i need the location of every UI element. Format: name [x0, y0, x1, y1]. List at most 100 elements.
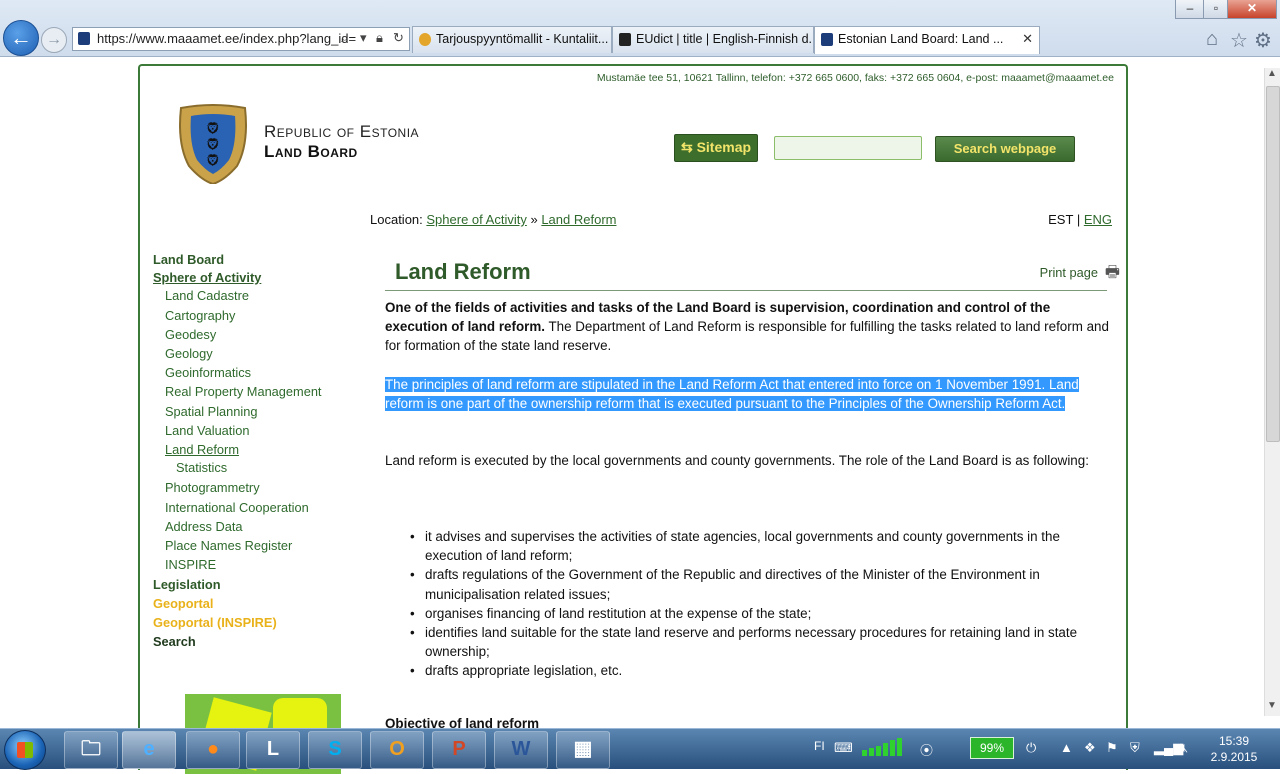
favorites-star-icon[interactable]: ☆ — [1230, 28, 1248, 53]
powerpoint-icon[interactable]: P — [432, 731, 486, 769]
svg-text:🦁︎: 🦁︎ — [205, 137, 220, 151]
sidebar-item-cartography[interactable]: Cartography — [165, 308, 235, 323]
url-text: https://www.maaamet.ee/index.php?lang_id… — [97, 31, 357, 46]
system-clock[interactable]: 15:39 2.9.2015 — [1206, 733, 1262, 765]
sidebar-item-geodesy[interactable]: Geodesy — [165, 327, 216, 342]
tab-eudict[interactable]: EUdict | title | English-Finnish d... — [612, 26, 814, 53]
back-button[interactable]: ← — [3, 20, 39, 56]
close-tab-icon[interactable]: ✕ — [1022, 31, 1033, 47]
forward-button[interactable]: → — [41, 27, 67, 53]
breadcrumb-sphere-of-activity[interactable]: Sphere of Activity — [426, 212, 526, 227]
sidebar-item-real-property-management[interactable]: Real Property Management — [165, 384, 322, 399]
windows-logo-icon — [17, 742, 33, 758]
power-plug-icon[interactable]: ⏻ — [1026, 740, 1036, 756]
scroll-down-arrow-icon[interactable]: ▼ — [1264, 700, 1280, 716]
internet-explorer-icon[interactable]: e — [122, 731, 176, 769]
list-item: identifies land suitable for the state l… — [410, 623, 1110, 661]
page-title: Land Reform — [395, 259, 531, 284]
maximize-button[interactable]: ▫ — [1203, 0, 1229, 19]
action-center-icon[interactable]: ⚑ — [1106, 740, 1118, 756]
clock-time: 15:39 — [1218, 734, 1250, 748]
sidebar-item-spatial-planning[interactable]: Spatial Planning — [165, 404, 258, 419]
sidebar-item-legislation[interactable]: Legislation — [153, 577, 221, 592]
home-icon[interactable]: ⌂ — [1206, 28, 1218, 51]
selected-text: The principles of land reform are stipul… — [385, 377, 1079, 412]
sidebar-item-inspire[interactable]: INSPIRE — [165, 557, 216, 572]
refresh-icon[interactable]: ↻ — [393, 30, 404, 46]
breadcrumb: Location: Sphere of Activity » Land Refo… — [370, 212, 617, 227]
keyboard-icon[interactable]: ⌨ — [834, 740, 853, 756]
scroll-up-arrow-icon[interactable]: ▲ — [1264, 68, 1280, 84]
scrollbar-thumb[interactable] — [1266, 86, 1280, 442]
lync-icon[interactable]: L — [246, 731, 300, 769]
list-item: drafts appropriate legislation, etc. — [410, 661, 1110, 680]
breadcrumb-land-reform[interactable]: Land Reform — [541, 212, 616, 227]
sitemap-button[interactable]: ⇆ Sitemap — [674, 134, 758, 162]
firefox-icon[interactable]: ● — [186, 731, 240, 769]
estonia-coat-of-arms-logo: 🦁︎ 🦁︎ 🦁︎ — [179, 104, 247, 184]
volume-muted-icon[interactable]: 🔇︎ — [1180, 740, 1188, 756]
gear-icon[interactable]: ⚙ — [1254, 28, 1272, 53]
search-icon[interactable]: ⌕ — [341, 30, 348, 46]
sidebar-item-place-names-register[interactable]: Place Names Register — [165, 538, 292, 553]
remote-desktop-icon[interactable]: ▦ — [556, 731, 610, 769]
sidebar-item-land-cadastre[interactable]: Land Cadastre — [165, 288, 249, 303]
show-hidden-icons-icon[interactable]: ▲ — [1060, 740, 1073, 755]
lang-est[interactable]: EST — [1048, 212, 1073, 227]
principles-paragraph: The principles of land reform are stipul… — [385, 375, 1110, 413]
sidebar-item-statistics[interactable]: Statistics — [176, 460, 227, 475]
sidebar-item-address-data[interactable]: Address Data — [165, 519, 243, 534]
title-divider — [385, 290, 1107, 291]
logo-title-land-board: Land Board — [264, 142, 358, 161]
sidebar-item-sphere-of-activity[interactable]: Sphere of Activity — [153, 270, 261, 285]
sidebar-item-geoportal-inspire[interactable]: Geoportal (INSPIRE) — [153, 615, 277, 630]
mobile-signal-icon[interactable] — [860, 738, 904, 756]
signpost-icon: ⇆ — [680, 139, 693, 155]
sidebar-item-search[interactable]: Search — [153, 634, 196, 649]
minimize-button[interactable]: – — [1175, 0, 1205, 19]
tab-favicon-icon — [619, 33, 631, 46]
file-explorer-icon[interactable]: 🗀 — [64, 731, 118, 769]
word-icon[interactable]: W — [494, 731, 548, 769]
role-paragraph: Land reform is executed by the local gov… — [385, 453, 1089, 468]
list-item: organises financing of land restitution … — [410, 604, 1110, 623]
printer-icon: 🖶︎ — [1104, 264, 1120, 281]
tab-estonian-land-board[interactable]: Estonian Land Board: Land ... ✕ — [814, 26, 1040, 54]
battery-indicator[interactable]: 99% — [970, 737, 1014, 759]
list-item: drafts regulations of the Government of … — [410, 565, 1110, 603]
site-favicon-icon — [78, 32, 90, 45]
contact-info: Mustamäe tee 51, 10621 Tallinn, telefon:… — [596, 72, 1114, 84]
lang-eng[interactable]: ENG — [1084, 212, 1112, 227]
dropbox-icon[interactable]: ❖ — [1084, 740, 1096, 756]
logo-title-republic: Republic of Estonia — [264, 122, 420, 141]
sidebar-item-land-board[interactable]: Land Board — [153, 252, 224, 267]
network-icon[interactable]: ▂▄▆ — [1154, 740, 1183, 756]
sidebar-item-international-cooperation[interactable]: International Cooperation — [165, 500, 309, 515]
tab-tarjouspyynto[interactable]: Tarjouspyyntömallit - Kuntaliit... — [412, 26, 612, 53]
print-page-link[interactable]: Print page 🖶︎ — [1040, 264, 1120, 281]
skype-icon[interactable]: S — [308, 731, 362, 769]
outlook-icon[interactable]: O — [370, 731, 424, 769]
tab-favicon-icon — [821, 33, 833, 46]
page-container: Mustamäe tee 51, 10621 Tallinn, telefon:… — [138, 64, 1128, 774]
search-webpage-button[interactable]: Search webpage — [935, 136, 1075, 162]
security-icon[interactable]: ⛨ — [1130, 740, 1140, 756]
svg-text:🦁︎: 🦁︎ — [205, 121, 220, 135]
address-bar[interactable]: https://www.maaamet.ee/index.php?lang_id… — [72, 27, 410, 51]
dropdown-icon[interactable]: ▾ — [360, 30, 367, 46]
sidebar-item-land-valuation[interactable]: Land Valuation — [165, 423, 249, 438]
search-input[interactable] — [774, 136, 922, 160]
input-language-indicator[interactable]: FI — [814, 739, 825, 753]
sidebar-item-geoinformatics[interactable]: Geoinformatics — [165, 365, 251, 380]
intro-paragraph: One of the fields of activities and task… — [385, 300, 1109, 354]
sidebar-item-photogrammetry[interactable]: Photogrammetry — [165, 480, 260, 495]
start-button[interactable] — [4, 730, 46, 770]
sidebar-item-geoportal[interactable]: Geoportal — [153, 596, 213, 611]
lock-icon[interactable]: 🔒︎ — [376, 30, 383, 46]
wireless-icon[interactable]: ⦿ — [920, 740, 933, 759]
sidebar-item-land-reform[interactable]: Land Reform — [165, 442, 239, 457]
language-switcher: EST | ENG — [1048, 212, 1112, 227]
close-window-button[interactable]: ✕ — [1227, 0, 1277, 19]
sidebar-item-geology[interactable]: Geology — [165, 346, 213, 361]
role-list: it advises and supervises the activities… — [410, 527, 1110, 681]
